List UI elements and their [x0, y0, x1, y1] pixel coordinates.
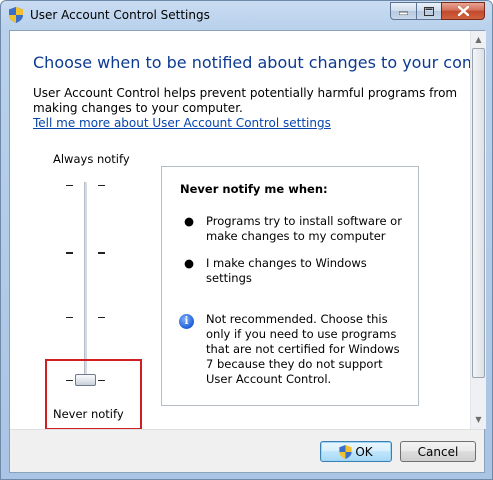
always-notify-label: Always notify — [53, 152, 130, 166]
bullet-icon: ● — [184, 214, 195, 228]
slider-tick — [66, 185, 73, 186]
vertical-scrollbar[interactable]: ▲ ▼ — [470, 31, 486, 429]
button-bar: OK Cancel — [10, 429, 484, 472]
highlight-annotation — [45, 359, 142, 430]
cancel-button[interactable]: Cancel — [400, 441, 476, 462]
maximize-button[interactable] — [416, 2, 442, 20]
panel-title: Never notify me when: — [180, 182, 328, 196]
description-text: User Account Control helps prevent poten… — [33, 86, 458, 115]
bullet-item: I make changes to Windows settings — [206, 256, 367, 285]
level-description-panel: Never notify me when: ● Programs try to … — [161, 166, 419, 406]
close-button[interactable] — [441, 2, 485, 20]
slider-tick — [98, 252, 105, 254]
uac-settings-window: User Account Control Settings Choose whe… — [0, 0, 493, 480]
ok-button[interactable]: OK — [320, 441, 392, 462]
minimize-button[interactable] — [390, 2, 417, 20]
bullet-item: Programs try to install software or make… — [206, 214, 402, 243]
bullet-icon: ● — [184, 256, 195, 270]
window-title: User Account Control Settings — [30, 8, 210, 22]
slider-track[interactable] — [84, 182, 87, 382]
scroll-down-icon[interactable]: ▼ — [471, 412, 486, 426]
scroll-up-icon[interactable]: ▲ — [471, 32, 486, 46]
recommendation-note: Not recommended. Choose this only if you… — [206, 312, 400, 386]
uac-shield-icon — [339, 444, 352, 459]
info-icon: i — [179, 314, 194, 329]
page-heading: Choose when to be notified about changes… — [33, 53, 485, 72]
slider-tick — [66, 252, 73, 254]
minimize-icon — [399, 11, 408, 15]
slider-tick — [98, 317, 105, 318]
cancel-label: Cancel — [417, 444, 459, 459]
close-icon — [457, 6, 469, 16]
maximize-icon — [424, 6, 434, 16]
learn-more-link[interactable]: Tell me more about User Account Control … — [33, 116, 331, 130]
title-bar[interactable]: User Account Control Settings — [1, 1, 492, 29]
slider-tick — [66, 317, 73, 318]
dialog-content: Choose when to be notified about changes… — [9, 30, 485, 473]
slider-tick — [98, 185, 105, 186]
scrollbar-thumb[interactable] — [472, 48, 485, 378]
ok-label: OK — [355, 444, 373, 459]
uac-shield-icon — [9, 7, 23, 23]
